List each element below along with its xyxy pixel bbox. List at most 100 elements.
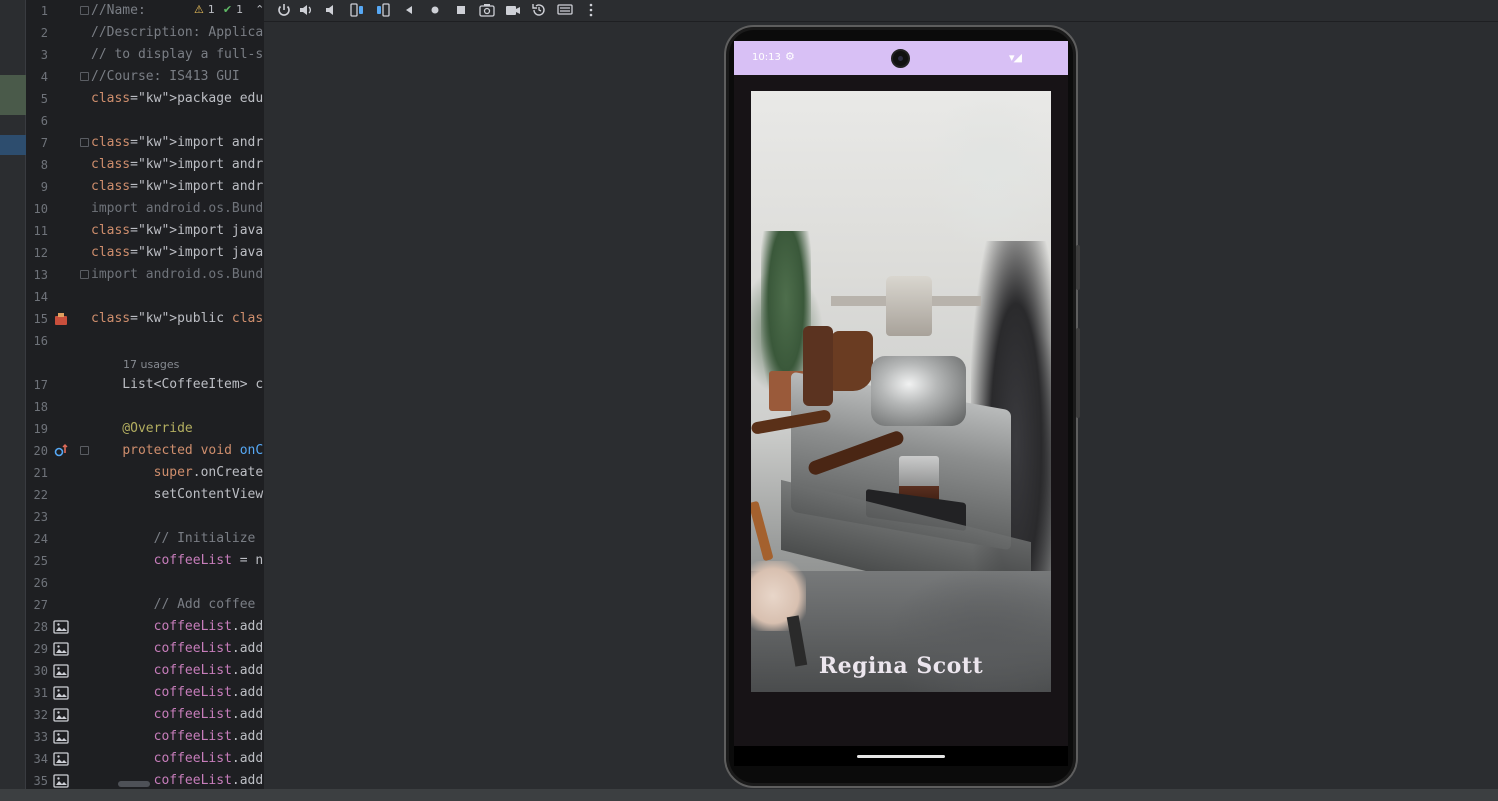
code-line[interactable]: // Initialize: [91, 528, 263, 550]
line-number: 15: [33, 312, 48, 326]
more-icon[interactable]: [581, 1, 601, 19]
code-line[interactable]: import android.os.Bund: [91, 264, 263, 286]
code-line[interactable]: class="kw">public class MainActiv: [91, 308, 264, 330]
line-number: 5: [40, 92, 48, 106]
power-icon[interactable]: [274, 1, 294, 19]
line-number: 18: [33, 400, 48, 414]
code-line[interactable]: //Name:: [91, 0, 154, 22]
code-line[interactable]: coffeeList.add: [91, 682, 264, 704]
side-button-volume[interactable]: [1076, 328, 1080, 418]
line-number: 20: [33, 444, 48, 458]
image-resource-icon[interactable]: [53, 751, 69, 767]
line-number: 6: [40, 114, 48, 128]
fold-icon[interactable]: [80, 6, 89, 15]
line-number: 27: [33, 598, 48, 612]
code-editor[interactable]: 1 //Name: 2 //Description: Applica 3 // to d…: [26, 0, 264, 789]
code-line[interactable]: coffeeList = n: [91, 550, 264, 572]
image-resource-icon[interactable]: [53, 773, 69, 789]
code-line[interactable]: coffeeList.add: [91, 638, 264, 660]
screenshot-icon[interactable]: [477, 1, 497, 19]
line-number: 34: [33, 752, 48, 766]
line-number: 26: [33, 576, 48, 590]
wifi-signal-icon: ▾◢: [1009, 51, 1022, 64]
line-number: 4: [40, 70, 48, 84]
line-number: 32: [33, 708, 48, 722]
code-line[interactable]: class="kw">import java.util.Array: [91, 220, 264, 242]
line-number: 22: [33, 488, 48, 502]
image-resource-icon[interactable]: [53, 619, 69, 635]
tool-strip-selected[interactable]: [0, 135, 26, 155]
left-tool-strip: [0, 0, 26, 801]
line-number: 31: [33, 686, 48, 700]
code-line[interactable]: coffeeList.add: [91, 704, 264, 726]
image-resource-icon[interactable]: [53, 685, 69, 701]
screen-record-icon[interactable]: [503, 1, 523, 19]
line-number: 12: [33, 246, 48, 260]
code-line[interactable]: class="kw">import java.util.List;: [91, 242, 264, 264]
volume-down-icon[interactable]: [321, 1, 341, 19]
line-number: 7: [40, 136, 48, 150]
keyboard-icon[interactable]: [555, 1, 575, 19]
code-line[interactable]: //Description: Applica: [91, 22, 263, 44]
home-icon[interactable]: [425, 1, 445, 19]
code-line[interactable]: coffeeList.add: [91, 770, 264, 789]
usages-hint[interactable]: 17 usages: [123, 354, 179, 376]
overview-icon[interactable]: [451, 1, 471, 19]
fold-icon[interactable]: [80, 446, 89, 455]
line-number: 25: [33, 554, 48, 568]
line-number: 35: [33, 774, 48, 788]
line-number: 9: [40, 180, 48, 194]
code-line[interactable]: class="kw">import androidx.recycl: [91, 176, 264, 198]
status-time: 10:13: [752, 52, 781, 63]
code-line[interactable]: setContentView: [91, 484, 264, 506]
warning-count: 1: [207, 2, 215, 16]
code-line[interactable]: super.onCreate: [91, 462, 264, 484]
image-resource-icon[interactable]: [53, 707, 69, 723]
chevron-up-icon[interactable]: ⌃: [255, 3, 264, 16]
code-line[interactable]: // to display a full-s: [91, 44, 263, 66]
line-number: 19: [33, 422, 48, 436]
code-line[interactable]: coffeeList.add: [91, 660, 264, 682]
run-class-icon[interactable]: [53, 311, 69, 327]
back-icon[interactable]: [399, 1, 419, 19]
code-line[interactable]: class="kw">import androidx.recycl: [91, 154, 264, 176]
line-number: 11: [33, 224, 48, 238]
fold-icon[interactable]: [80, 138, 89, 147]
inspection-widget[interactable]: ⚠ 1 ✔ 1 ⌃ ⌄: [192, 0, 264, 18]
editor-horizontal-scrollbar[interactable]: [118, 781, 150, 787]
rotate-left-icon[interactable]: [347, 1, 367, 19]
code-line[interactable]: import android.os.Bund: [91, 198, 263, 220]
line-number: 2: [40, 26, 48, 40]
image-resource-icon[interactable]: [53, 641, 69, 657]
code-line[interactable]: // Add coffee: [91, 594, 263, 616]
code-line[interactable]: List<CoffeeItem> c: [91, 374, 263, 396]
code-line[interactable]: protected void onC: [91, 440, 263, 462]
image-resource-icon[interactable]: [53, 729, 69, 745]
gesture-handle[interactable]: [857, 755, 945, 758]
override-icon[interactable]: [53, 443, 69, 459]
rotate-right-icon[interactable]: [373, 1, 393, 19]
device-screen[interactable]: 10:13 ⚙ ▾◢ Regina Scott: [734, 41, 1068, 766]
line-number: 10: [33, 202, 48, 216]
android-nav-bar: [734, 746, 1068, 766]
fold-icon[interactable]: [80, 270, 89, 279]
code-line[interactable]: class="kw">package edu.umbc.coffe: [91, 88, 264, 110]
code-line[interactable]: class="kw">import androidx.appcom: [91, 132, 264, 154]
code-line[interactable]: coffeeList.add: [91, 616, 264, 638]
line-number: 8: [40, 158, 48, 172]
image-resource-icon[interactable]: [53, 663, 69, 679]
line-number: 29: [33, 642, 48, 656]
code-line[interactable]: @Override: [91, 418, 192, 440]
line-number: 24: [33, 532, 48, 546]
code-line[interactable]: //Course: IS413 GUI: [91, 66, 240, 88]
side-button-power[interactable]: [1076, 245, 1080, 290]
code-line[interactable]: coffeeList.add: [91, 726, 264, 748]
coffee-caption: Regina Scott: [818, 653, 984, 679]
snapshot-icon[interactable]: [529, 1, 549, 19]
fold-icon[interactable]: [80, 72, 89, 81]
code-line[interactable]: coffeeList.add: [91, 748, 264, 770]
volume-up-icon[interactable]: [296, 1, 316, 19]
line-number: 14: [33, 290, 48, 304]
line-number: 21: [33, 466, 48, 480]
line-number: 33: [33, 730, 48, 744]
